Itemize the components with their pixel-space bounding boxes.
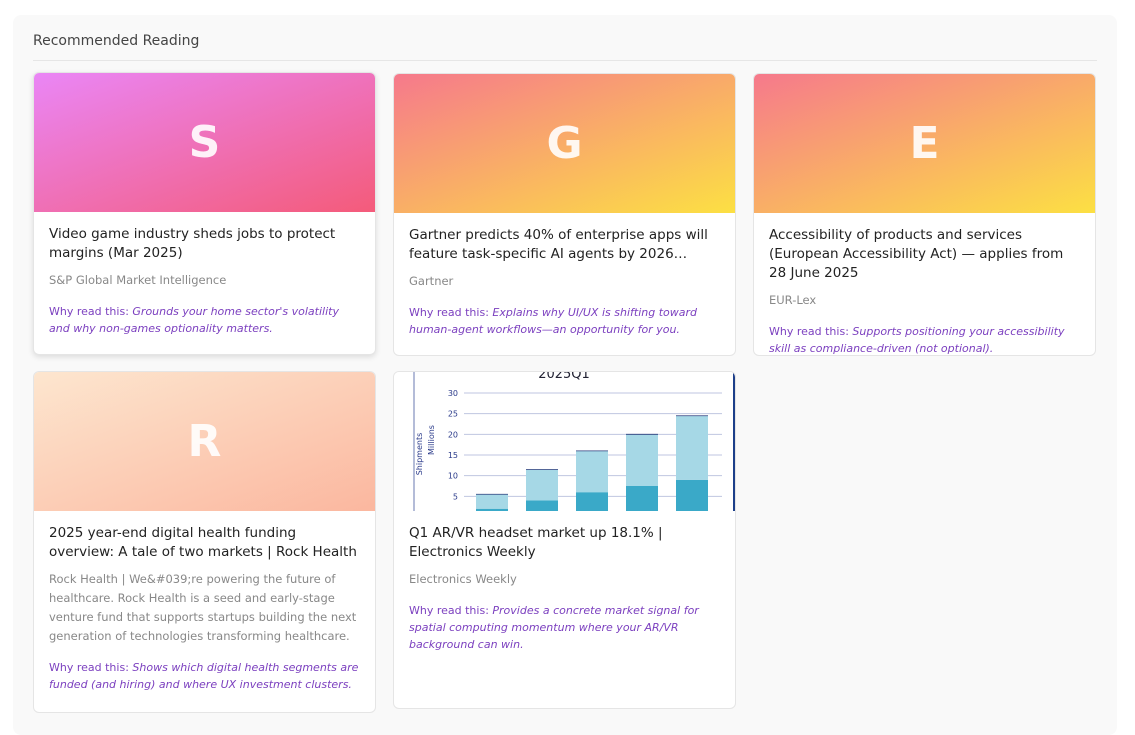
- y-tick-label: 30: [448, 389, 458, 398]
- card-source: EUR-Lex: [769, 293, 817, 307]
- section-title: Recommended Reading: [33, 33, 200, 49]
- card-source: Electronics Weekly: [409, 572, 517, 586]
- y-tick-label: 25: [448, 410, 458, 419]
- reading-card[interactable]: G Gartner predicts 40% of enterprise app…: [393, 73, 736, 356]
- reading-card[interactable]: E Accessibility of products and services…: [753, 73, 1096, 356]
- chart-bar: [626, 434, 658, 486]
- card-title[interactable]: Q1 AR/VR headset market up 18.1% | Elect…: [409, 524, 720, 562]
- card-source: Gartner: [409, 274, 454, 288]
- card-source: S&P Global Market Intelligence: [49, 273, 227, 287]
- y-axis-label: Shipments: [415, 433, 424, 476]
- y-tick-label: 10: [448, 472, 458, 481]
- card-thumbnail: R: [34, 372, 375, 511]
- why-read-this: Why read this: Shows which digital healt…: [49, 659, 360, 693]
- chart-bar: [626, 486, 658, 517]
- why-read-this: Why read this: Explains why UI/UX is shi…: [409, 304, 720, 338]
- card-initial: S: [188, 117, 221, 168]
- reading-card[interactable]: S Video game industry sheds jobs to prot…: [33, 72, 376, 355]
- why-read-this: Why read this: Grounds your home sector'…: [49, 303, 360, 337]
- card-initial: E: [909, 118, 940, 169]
- card-title[interactable]: Accessibility of products and services (…: [769, 226, 1080, 283]
- chart-bar: [526, 469, 558, 501]
- why-read-this: Why read this: Provides a concrete marke…: [409, 602, 720, 653]
- chart-bar: [476, 494, 508, 509]
- why-label: Why read this:: [49, 661, 129, 674]
- card-title[interactable]: Gartner predicts 40% of enterprise apps …: [409, 226, 720, 264]
- chart-bar: [676, 415, 708, 480]
- chart-bar: [476, 508, 508, 517]
- why-label: Why read this:: [769, 325, 849, 338]
- card-initial: R: [187, 416, 222, 467]
- y-tick-label: 5: [453, 492, 458, 501]
- recommended-reading-panel: Recommended Reading S Video game industr…: [13, 15, 1117, 735]
- card-thumbnail-chart: 2025Q1 5 10 15 20 25 30 Shipments Millions: [394, 372, 735, 517]
- chart-bar: [676, 479, 708, 517]
- why-label: Why read this:: [409, 306, 489, 319]
- why-read-this: Why read this: Supports positioning your…: [769, 323, 1080, 355]
- card-title[interactable]: Video game industry sheds jobs to protec…: [49, 225, 360, 263]
- reading-card[interactable]: R 2025 year-end digital health funding o…: [33, 371, 376, 713]
- y-tick-label: 15: [448, 451, 458, 460]
- card-source: Rock Health | We&#039;re powering the fu…: [49, 572, 357, 643]
- bar-chart: 2025Q1 5 10 15 20 25 30 Shipments Millions: [413, 372, 735, 517]
- reading-card[interactable]: 2025Q1 5 10 15 20 25 30 Shipments Millions Q1 AR…: [393, 371, 736, 709]
- chart-bar: [576, 492, 608, 517]
- chart-title: 2025Q1: [538, 372, 590, 382]
- why-label: Why read this:: [409, 604, 489, 617]
- card-thumbnail: S: [34, 73, 375, 212]
- section-divider: [33, 60, 1097, 61]
- card-thumbnail: G: [394, 74, 735, 213]
- chart-bar: [576, 450, 608, 493]
- card-initial: G: [546, 118, 583, 169]
- why-label: Why read this:: [49, 305, 129, 318]
- y-axis-label: Millions: [427, 425, 436, 455]
- card-thumbnail: E: [754, 74, 1095, 213]
- y-tick-label: 20: [448, 430, 458, 439]
- card-title[interactable]: 2025 year-end digital health funding ove…: [49, 524, 360, 562]
- chart-bar: [526, 500, 558, 517]
